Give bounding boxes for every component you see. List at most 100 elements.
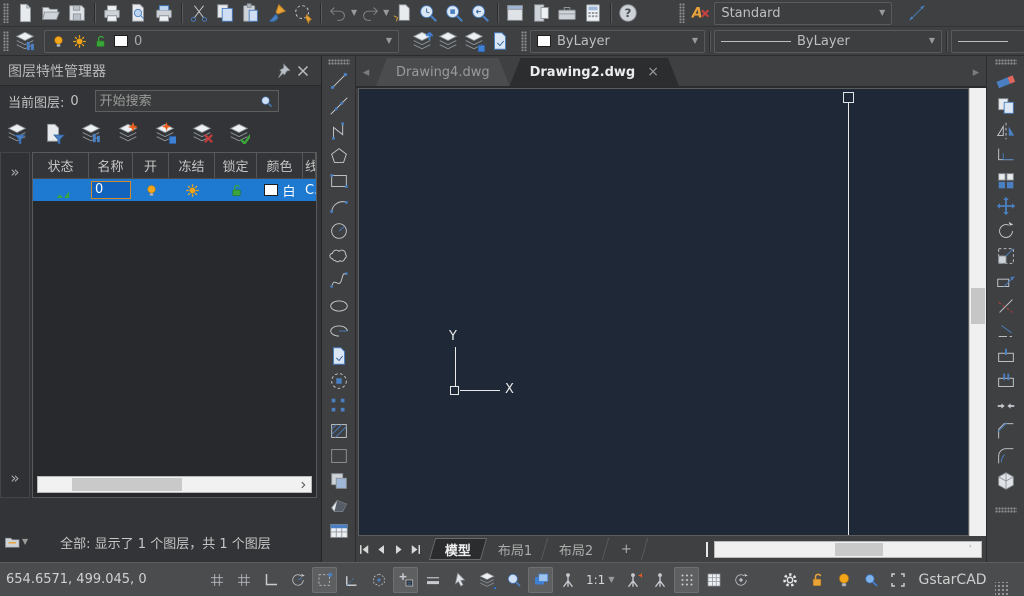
layer-lock-toggle[interactable]	[215, 183, 257, 198]
ellipse-arc-button[interactable]	[325, 318, 353, 343]
close-icon[interactable]	[293, 61, 313, 81]
redo-button[interactable]	[357, 1, 383, 25]
quick-properties-button[interactable]	[528, 567, 553, 593]
layer-unlock-icon[interactable]	[93, 34, 108, 49]
zoom-window-button[interactable]	[441, 1, 467, 25]
new-layer-frozen-button[interactable]	[154, 122, 176, 144]
break-button[interactable]	[992, 368, 1020, 393]
filter-folder-button[interactable]: ▼	[4, 533, 28, 551]
scroll-left-arrow[interactable]	[715, 542, 731, 557]
next-layout-button[interactable]	[390, 540, 407, 558]
layer-select[interactable]: 0 ▼	[44, 30, 399, 53]
polyline-button[interactable]	[325, 118, 353, 143]
scroll-down-arrow[interactable]	[970, 520, 986, 536]
workspace-grid-button[interactable]	[674, 567, 699, 593]
hatch-button[interactable]	[325, 418, 353, 443]
3d-object-snap-button[interactable]	[366, 567, 391, 593]
select-similar-button[interactable]	[290, 1, 316, 25]
tab-close-icon[interactable]: ×	[647, 64, 659, 80]
tab-layout2[interactable]: 布局2	[544, 538, 610, 560]
scale-button[interactable]	[992, 243, 1020, 268]
isolate-objects-button[interactable]	[474, 567, 499, 593]
new-button[interactable]	[12, 1, 38, 25]
tab-drawing2[interactable]: Drawing2.dwg ×	[510, 58, 679, 86]
color-select[interactable]: ByLayer ▼	[530, 30, 705, 53]
scroll-left-arrow[interactable]	[38, 477, 54, 492]
layer-properties-button[interactable]	[12, 29, 38, 53]
toolbar-drag-handle[interactable]	[3, 3, 9, 23]
first-layout-button[interactable]	[356, 540, 373, 558]
undo-button[interactable]	[325, 1, 351, 25]
paste-button[interactable]	[238, 1, 264, 25]
extend-button[interactable]	[992, 318, 1020, 343]
rotate-button[interactable]	[992, 218, 1020, 243]
column-color[interactable]: 颜色	[257, 153, 303, 178]
column-status[interactable]: 状态	[33, 153, 89, 178]
hscroll-thumb[interactable]	[835, 543, 883, 556]
polar-tracking-button[interactable]	[285, 567, 310, 593]
circle-button[interactable]	[325, 218, 353, 243]
plot-button[interactable]	[151, 1, 177, 25]
toolbar-drag-handle[interactable]	[995, 59, 1017, 65]
arc-button[interactable]	[325, 193, 353, 218]
rectangle-button[interactable]	[325, 168, 353, 193]
delete-layer-button[interactable]	[191, 122, 213, 144]
trim-button[interactable]	[992, 293, 1020, 318]
last-layout-button[interactable]	[407, 540, 424, 558]
layer-translate-button[interactable]	[487, 29, 513, 53]
erase-button[interactable]	[992, 68, 1020, 93]
layer-on-toggle[interactable]	[133, 183, 169, 198]
join-button[interactable]	[992, 393, 1020, 418]
toolbar-drag-handle[interactable]	[679, 3, 685, 23]
copy-object-button[interactable]	[992, 93, 1020, 118]
layer-previous-button[interactable]	[435, 29, 461, 53]
linetype-select[interactable]: ByLayer ▼	[714, 30, 942, 53]
column-on[interactable]: 开	[133, 153, 169, 178]
ellipse-button[interactable]	[325, 293, 353, 318]
canvas-hscrollbar[interactable]	[714, 541, 982, 558]
lineweight-select[interactable]	[951, 30, 1024, 53]
new-group-filter-button[interactable]	[43, 122, 65, 144]
hscroll-thumb[interactable]	[72, 478, 182, 491]
copy-button[interactable]	[212, 1, 238, 25]
text-style-select[interactable]: Standard ▼	[714, 2, 892, 25]
column-name[interactable]: 名称	[89, 153, 133, 178]
point-button[interactable]	[325, 393, 353, 418]
column-linetype[interactable]: 线型	[303, 153, 316, 178]
selection-cycling-button[interactable]	[447, 567, 472, 593]
tab-drawing4[interactable]: Drawing4.dwg	[376, 58, 510, 86]
cut-button[interactable]	[186, 1, 212, 25]
calculator-button[interactable]	[580, 1, 606, 25]
lineweight-display-button[interactable]	[420, 567, 445, 593]
layer-freeze-toggle[interactable]	[169, 183, 215, 198]
wipeout-button[interactable]	[325, 493, 353, 518]
scroll-up-arrow[interactable]	[970, 88, 986, 104]
expand-filters-top-button[interactable]: »	[10, 163, 19, 181]
open-button[interactable]	[38, 1, 64, 25]
layer-list-hscrollbar[interactable]	[37, 476, 312, 493]
match-properties-button[interactable]	[264, 1, 290, 25]
scroll-right-arrow[interactable]	[295, 477, 311, 492]
annotation-add-scale-button[interactable]	[647, 567, 672, 593]
toolbar-lock-button[interactable]	[804, 567, 829, 593]
spline-button[interactable]	[325, 268, 353, 293]
tab-layout1[interactable]: 布局1	[483, 538, 549, 560]
clean-screen-button[interactable]	[885, 567, 910, 593]
layer-states-manager-button[interactable]	[80, 122, 102, 144]
region-button[interactable]	[325, 468, 353, 493]
stretch-button[interactable]	[992, 268, 1020, 293]
canvas-vscrollbar[interactable]	[969, 88, 986, 536]
annotation-refresh-button[interactable]	[728, 567, 753, 593]
mirror-button[interactable]	[992, 118, 1020, 143]
chamfer-button[interactable]	[992, 418, 1020, 443]
insert-block-button[interactable]	[325, 343, 353, 368]
scroll-right-arrow[interactable]	[965, 542, 981, 557]
autoscale-button[interactable]	[620, 567, 645, 593]
search-button[interactable]	[858, 567, 883, 593]
make-block-button[interactable]	[325, 368, 353, 393]
pin-icon[interactable]	[273, 61, 293, 81]
break-at-point-button[interactable]	[992, 343, 1020, 368]
help-button[interactable]	[615, 1, 641, 25]
expand-filters-bottom-button[interactable]: »	[10, 469, 19, 487]
save-button[interactable]	[64, 1, 90, 25]
